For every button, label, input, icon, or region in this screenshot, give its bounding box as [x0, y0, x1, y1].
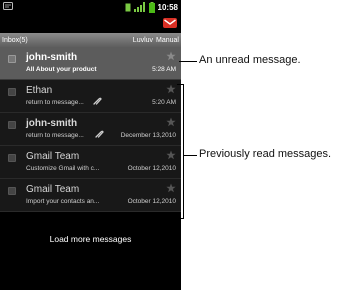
read-callout-line: [183, 155, 197, 156]
signal-icon: [133, 2, 145, 12]
message-sender: Gmail Team: [26, 184, 80, 195]
message-row-read[interactable]: Gmail Team Customize Gmail with c... Oct…: [0, 146, 181, 179]
select-checkbox[interactable]: [8, 121, 16, 129]
select-checkbox[interactable]: [8, 154, 16, 162]
select-checkbox[interactable]: [8, 187, 16, 195]
phone-screen: 10:58 Inbox(5) Luvluv Manual john-smith …: [0, 0, 181, 290]
star-icon[interactable]: [166, 150, 176, 160]
read-callout-text: Previously read messages.: [199, 148, 332, 160]
message-snippet: Import your contacts an...: [26, 198, 100, 205]
star-icon[interactable]: [166, 84, 176, 94]
message-sender: Ethan: [26, 85, 53, 96]
message-sender: Gmail Team: [26, 151, 80, 162]
message-row-unread[interactable]: john-smith All About your product 5:28 A…: [0, 47, 181, 80]
message-sender: john-smith: [26, 118, 78, 129]
status-bar: 10:58: [0, 0, 181, 14]
app-subbar: [0, 14, 181, 33]
message-date: October 12,2010: [127, 165, 176, 172]
message-snippet: return to message...: [26, 132, 84, 139]
battery-icon: [148, 1, 155, 13]
select-checkbox[interactable]: [8, 88, 16, 96]
read-bracket-vertical: [183, 84, 184, 219]
inbox-count-label[interactable]: Inbox(5): [2, 37, 28, 44]
read-bracket-bottom: [177, 218, 183, 219]
notification-icon: [3, 2, 13, 10]
inbox-header: Inbox(5) Luvluv Manual: [0, 33, 181, 47]
sim-icon: [125, 3, 131, 11]
select-checkbox[interactable]: [8, 55, 16, 63]
load-more-button[interactable]: Load more messages: [0, 226, 181, 252]
message-date: 5:20 AM: [152, 99, 176, 106]
message-list: john-smith All About your product 5:28 A…: [0, 47, 181, 212]
star-icon[interactable]: [166, 51, 176, 61]
star-icon[interactable]: [166, 117, 176, 127]
message-row-read[interactable]: Ethan return to message... 5:20 AM: [0, 80, 181, 113]
unread-callout-text: An unread message.: [199, 54, 301, 66]
message-row-read[interactable]: john-smith return to message... December…: [0, 113, 181, 146]
message-snippet: return to message...: [26, 99, 84, 106]
star-icon[interactable]: [166, 183, 176, 193]
message-row-read[interactable]: Gmail Team Import your contacts an... Oc…: [0, 179, 181, 212]
unread-callout-line: [179, 61, 197, 62]
attachment-icon: [95, 130, 104, 138]
message-snippet: All About your product: [26, 66, 97, 73]
gmail-logo-icon[interactable]: [163, 17, 177, 29]
clock-time: 10:58: [157, 2, 178, 12]
message-sender: john-smith: [26, 52, 78, 63]
message-date: October 12,2010: [127, 198, 176, 205]
message-date: 5:28 AM: [152, 66, 176, 73]
attachment-icon: [93, 97, 102, 105]
menu-label[interactable]: Manual: [156, 37, 179, 44]
account-label[interactable]: Luvluv: [133, 37, 153, 44]
message-date: December 13,2010: [120, 132, 176, 139]
message-snippet: Customize Gmail with c...: [26, 165, 100, 172]
